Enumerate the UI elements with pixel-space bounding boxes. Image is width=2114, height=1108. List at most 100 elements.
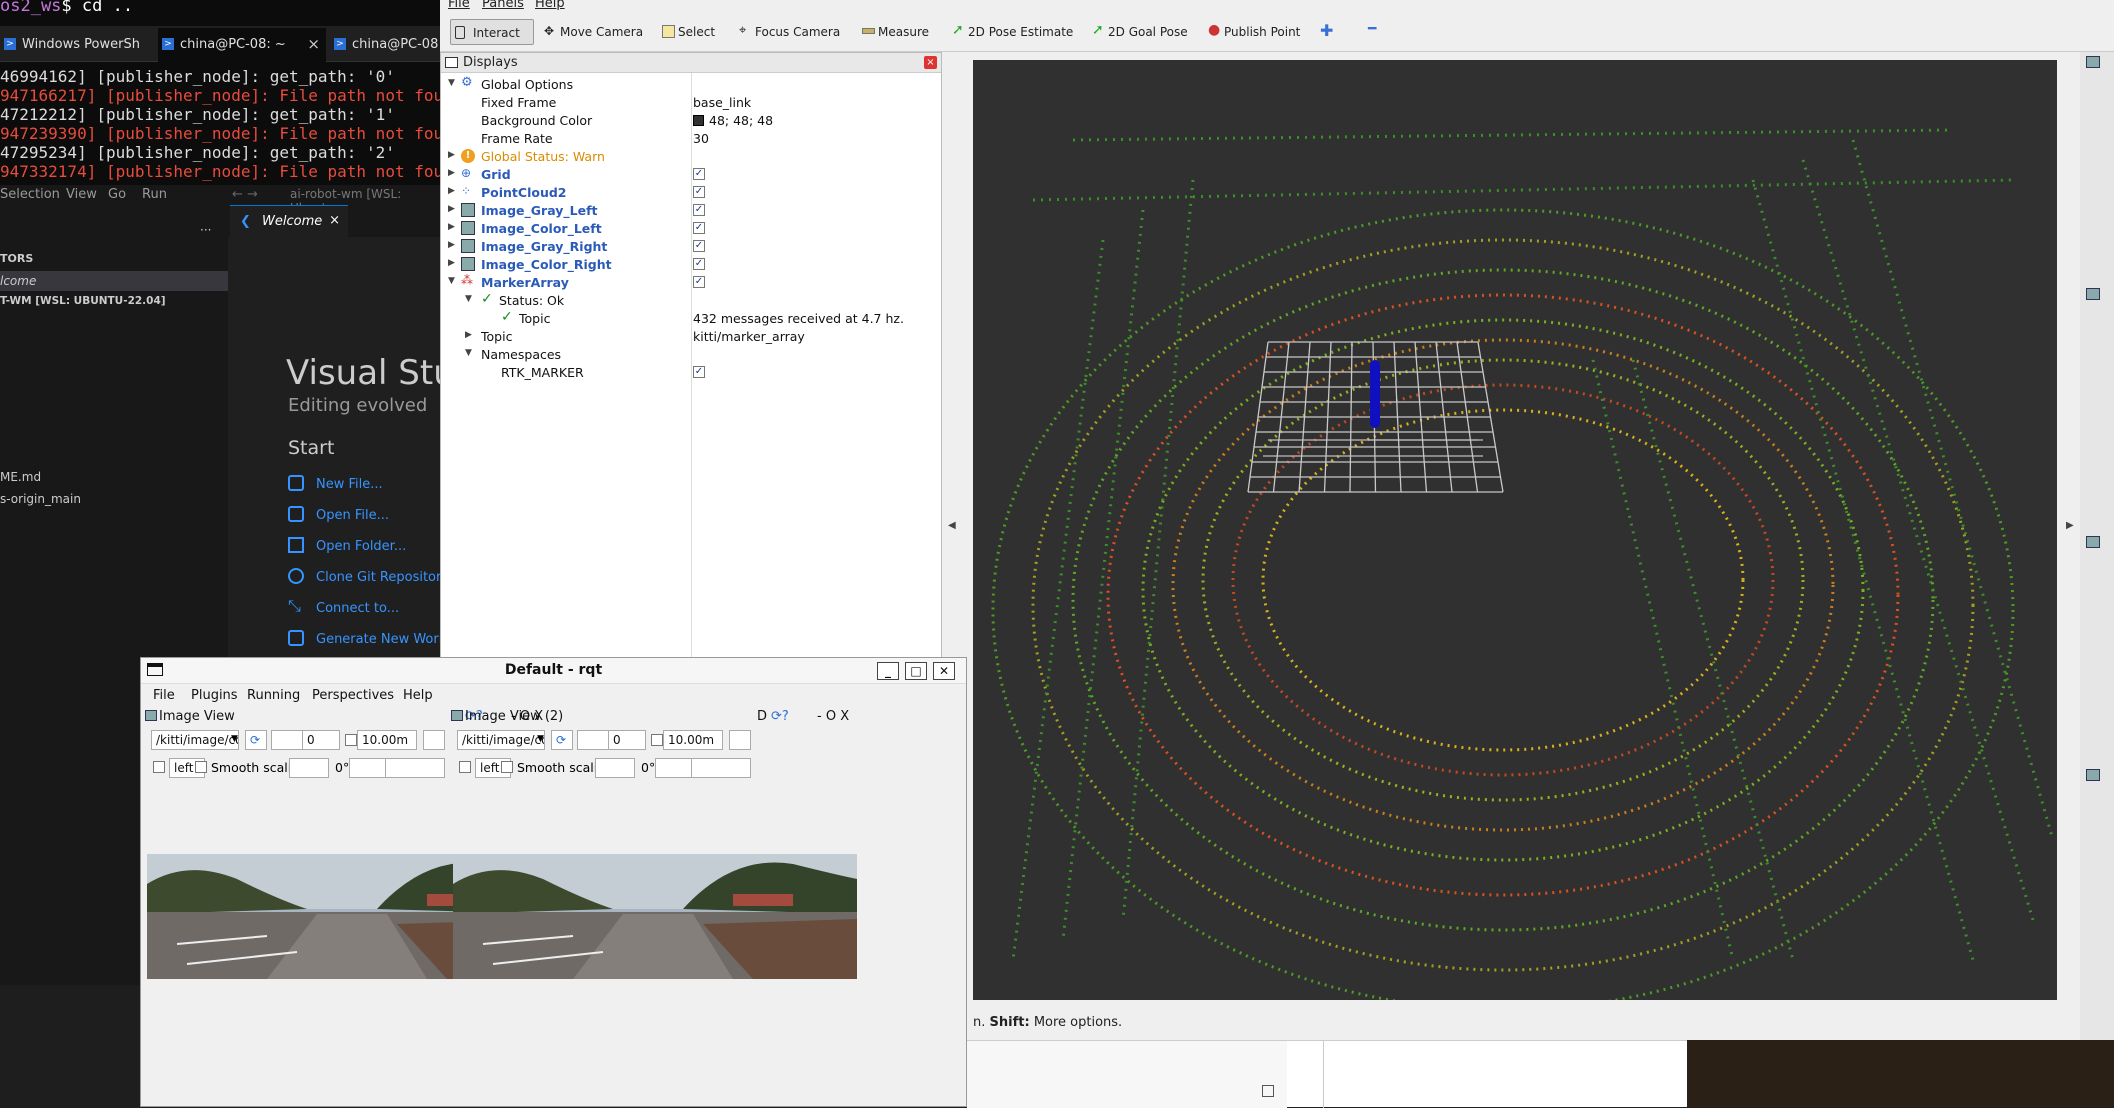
open-editors-header[interactable]: TORS xyxy=(0,252,33,265)
chevron-right-icon[interactable]: ▶ xyxy=(448,168,455,178)
row-pointcloud2[interactable]: ▶ ⁘ PointCloud2 ✓ xyxy=(441,183,941,201)
image-icon[interactable] xyxy=(2086,288,2100,300)
terminal-tab-powershell[interactable]: > Windows PowerSh xyxy=(0,28,155,62)
menu-perspectives[interactable]: Perspectives xyxy=(312,688,394,703)
close-panel-icon[interactable]: × xyxy=(924,56,937,69)
menu-selection[interactable]: Selection xyxy=(0,187,60,202)
menu-panels[interactable]: Panels xyxy=(482,0,524,11)
row-image-color-right[interactable]: ▶ Image_Color_Right ✓ xyxy=(441,255,941,273)
fixed-frame-value[interactable]: base_link xyxy=(693,95,751,110)
close-tab-icon[interactable]: × xyxy=(307,35,320,53)
checkbox-pointcloud[interactable]: ✓ xyxy=(693,186,705,198)
chevron-right-icon[interactable]: ▶ xyxy=(448,222,455,232)
checkbox-image-color-right[interactable]: ✓ xyxy=(693,258,705,270)
tool-focus-camera[interactable]: ⌖ Focus Camera xyxy=(735,19,845,45)
pointcloud-render[interactable] xyxy=(973,60,2057,1000)
checkbox[interactable] xyxy=(459,761,471,773)
tool-2d-goal-pose[interactable]: ➚ 2D Goal Pose xyxy=(1088,19,1194,45)
tool-2d-pose-estimate[interactable]: ➚ 2D Pose Estimate xyxy=(948,19,1078,45)
chevron-right-icon[interactable]: ▶ xyxy=(465,330,472,340)
tab-welcome[interactable]: ❮ Welcome × xyxy=(230,205,348,237)
refresh-topics-button[interactable]: ⟳ xyxy=(551,730,573,750)
more-actions-icon[interactable]: ··· xyxy=(200,223,211,237)
clone-git-link[interactable]: Clone Git Repository xyxy=(316,570,449,585)
chevron-right-icon[interactable]: ▶ xyxy=(448,150,455,160)
row-rtk-marker[interactable]: RTK_MARKER ✓ xyxy=(441,363,941,381)
menu-view[interactable]: View xyxy=(66,187,97,202)
row-image-gray-left[interactable]: ▶ Image_Gray_Left ✓ xyxy=(441,201,941,219)
chevron-right-icon[interactable]: ▶ xyxy=(448,258,455,268)
tool-interact[interactable]: Interact xyxy=(450,19,534,45)
number-spinbox[interactable]: 0 xyxy=(302,730,340,750)
chevron-right-icon[interactable]: ▶ xyxy=(448,204,455,214)
image-icon[interactable] xyxy=(2086,769,2100,781)
checkbox-image-color-left[interactable]: ✓ xyxy=(693,222,705,234)
checkbox[interactable] xyxy=(345,734,357,746)
rotation-field[interactable] xyxy=(289,758,329,778)
add-tool-button[interactable]: ✚ xyxy=(1316,19,1340,45)
generate-workspace-link[interactable]: Generate New Work xyxy=(316,632,446,647)
image-icon[interactable] xyxy=(2086,56,2100,68)
tool-move-camera[interactable]: ✥ Move Camera xyxy=(540,19,660,45)
minimize-button[interactable]: _ xyxy=(877,662,899,680)
checkbox-marker-array[interactable]: ✓ xyxy=(693,276,705,288)
pane-window-controls[interactable]: - O X xyxy=(817,709,849,724)
topic-dropdown[interactable]: /kitti/image/col xyxy=(151,730,239,750)
open-editor-welcome[interactable]: lcome xyxy=(0,271,228,291)
checkbox-image-gray-left[interactable]: ✓ xyxy=(693,204,705,216)
menu-run[interactable]: Run xyxy=(142,187,167,202)
row-status-ok[interactable]: ▼ ✓ Status: Ok xyxy=(441,291,941,309)
tool-select[interactable]: Select xyxy=(658,19,736,45)
row-grid[interactable]: ▶ ⊕ Grid ✓ xyxy=(441,165,941,183)
distance-spinbox[interactable]: 10.00m xyxy=(357,730,417,750)
refresh-topics-button[interactable]: ⟳ xyxy=(245,730,267,750)
color-swatch[interactable] xyxy=(693,115,704,126)
row-namespaces[interactable]: ▼ Namespaces xyxy=(441,345,941,363)
topic-value[interactable]: kitti/marker_array xyxy=(693,329,805,344)
3d-render-view[interactable] xyxy=(973,60,2057,1000)
collapse-left-icon[interactable]: ◀ xyxy=(948,520,956,531)
topic-dropdown[interactable]: /kitti/image/col xyxy=(457,730,545,750)
row-frame-rate[interactable]: Frame Rate 30 xyxy=(441,129,941,147)
workspace-header[interactable]: T-WM [WSL: UBUNTU-22.04] xyxy=(0,295,166,307)
row-topic-status[interactable]: ✓ Topic 432 messages received at 4.7 hz. xyxy=(441,309,941,327)
collapse-right-icon[interactable]: ▶ xyxy=(2066,520,2074,531)
terminal-tab-china[interactable]: > china@PC-08: ~ × xyxy=(158,28,326,62)
rqt-window[interactable]: Default - rqt _ □ ✕ File Plugins Running… xyxy=(140,657,967,1107)
angle-field[interactable] xyxy=(349,758,389,778)
smooth-scaling-checkbox[interactable] xyxy=(195,761,207,773)
smooth-scaling-checkbox[interactable] xyxy=(501,761,513,773)
distance-spinbox[interactable]: 10.00m xyxy=(663,730,723,750)
chevron-down-icon[interactable]: ▼ xyxy=(448,276,455,286)
number-spinbox[interactable]: 0 xyxy=(608,730,646,750)
row-background-color[interactable]: Background Color 48; 48; 48 xyxy=(441,111,941,129)
row-fixed-frame[interactable]: Fixed Frame base_link xyxy=(441,93,941,111)
chevron-down-icon[interactable]: ▼ xyxy=(465,348,472,358)
close-button[interactable]: ✕ xyxy=(933,662,955,680)
reload-icon[interactable]: ⟳? xyxy=(771,709,789,724)
checkbox-grid[interactable]: ✓ xyxy=(693,168,705,180)
menu-help[interactable]: Help xyxy=(535,0,565,11)
chevron-right-icon[interactable]: ▶ xyxy=(448,186,455,196)
row-global-status[interactable]: ▶! Global Status: Warn xyxy=(441,147,941,165)
chevron-down-icon[interactable]: ▼ xyxy=(448,78,455,88)
menu-file[interactable]: File xyxy=(448,0,470,11)
terminal-window[interactable]: os2_ws$ cd .. > Windows PowerSh > china@… xyxy=(0,0,462,185)
tool-measure[interactable]: Measure xyxy=(858,19,948,45)
frame-rate-value[interactable]: 30 xyxy=(693,131,709,146)
remove-tool-button[interactable]: ━ xyxy=(1364,19,1388,45)
row-marker-array[interactable]: ▼ ⁂ MarkerArray ✓ xyxy=(441,273,941,291)
menu-file[interactable]: File xyxy=(153,688,175,703)
open-folder-link[interactable]: Open Folder... xyxy=(316,539,406,554)
file-origin-main[interactable]: s-origin_main xyxy=(0,492,81,506)
chevron-right-icon[interactable]: ▶ xyxy=(448,240,455,250)
rqt-title-bar[interactable]: Default - rqt _ □ ✕ xyxy=(141,658,966,684)
terminal-tab-china-2[interactable]: > china@PC-08 xyxy=(330,28,440,62)
restore-icon[interactable] xyxy=(1262,1085,1274,1097)
open-file-link[interactable]: Open File... xyxy=(316,508,389,523)
new-file-link[interactable]: New File... xyxy=(316,477,383,492)
nav-arrows-icon[interactable]: ← → xyxy=(232,187,258,202)
row-image-gray-right[interactable]: ▶ Image_Gray_Right ✓ xyxy=(441,237,941,255)
checkbox[interactable] xyxy=(153,761,165,773)
tool-publish-point[interactable]: ● Publish Point xyxy=(1204,19,1312,45)
